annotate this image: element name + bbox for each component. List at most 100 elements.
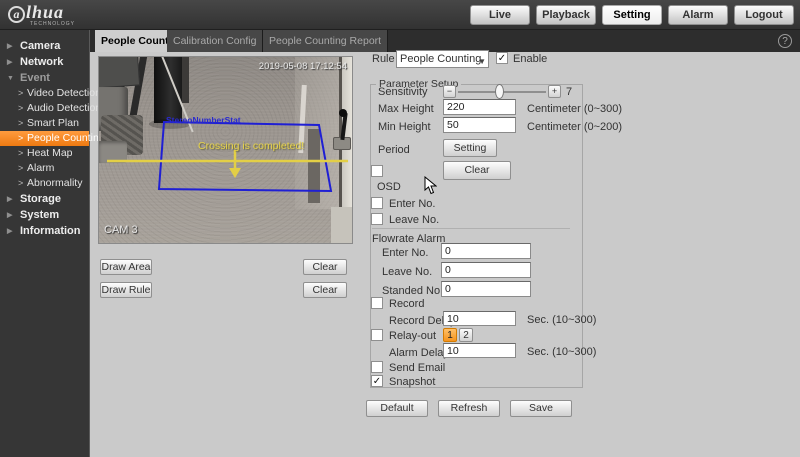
record-label: Record (389, 298, 425, 310)
sidebar-item-label: Event (20, 72, 50, 84)
chevron-right-icon: > (18, 103, 24, 113)
sidebar-item-label: Storage (20, 193, 61, 205)
flow-standed-input[interactable] (441, 281, 531, 297)
max-height-input[interactable] (443, 99, 516, 115)
clear-area-button[interactable]: Clear (303, 259, 347, 275)
min-height-input[interactable] (443, 117, 516, 133)
snapshot-checkbox[interactable]: ✓ (371, 375, 383, 387)
sidebar-item-smart-plan[interactable]: > Smart Plan (0, 116, 89, 131)
live-button[interactable]: Live (470, 5, 530, 25)
send-email-label: Send Email (389, 362, 446, 374)
video-timestamp: 2019-05-08 17:12:54 (258, 61, 347, 72)
sidebar-item-label: Abnormality (27, 177, 83, 189)
help-icon[interactable]: ? (778, 34, 792, 48)
clear-rule-button[interactable]: Clear (303, 282, 347, 298)
sidebar-item-label: Smart Plan (27, 117, 79, 129)
flow-enter-input[interactable] (441, 243, 531, 259)
record-delay-input[interactable] (443, 311, 516, 326)
record-delay-unit: Sec. (10~300) (527, 314, 597, 326)
sidebar-item-label: Audio Detection (27, 102, 102, 114)
osd-checkbox[interactable] (371, 165, 383, 177)
section-divider (372, 228, 570, 229)
chevron-right-icon: ▶ (7, 43, 13, 50)
max-height-label: Max Height (378, 103, 434, 115)
draw-area-button[interactable]: Draw Area (100, 259, 152, 275)
rule-select-value: People Counting (400, 53, 482, 65)
relay-out-checkbox[interactable] (371, 329, 383, 341)
relay-channel-1-button[interactable]: 1 (443, 328, 457, 342)
topbar: a lhua TECHNOLOGY Live Playback Setting … (0, 0, 800, 30)
tab-strip: People Counting Calibration Config Peopl… (90, 30, 800, 52)
chevron-down-icon: ▼ (478, 57, 486, 66)
check-icon: ✓ (372, 376, 382, 387)
sidebar-item-camera[interactable]: ▶ Camera (0, 38, 89, 54)
relay-out-label: Relay-out (389, 330, 437, 342)
video-preview[interactable]: 2019-05-08 17:12:54 StereoNumberStat Cro… (98, 56, 353, 244)
chevron-right-icon: > (18, 118, 24, 128)
send-email-checkbox[interactable] (371, 361, 383, 373)
sidebar-item-label: Network (20, 56, 64, 68)
period-setting-button[interactable]: Setting (443, 139, 497, 157)
crossing-message: Crossing is completed! (198, 140, 305, 152)
chevron-right-icon: ▶ (7, 228, 13, 235)
refresh-button[interactable]: Refresh (438, 400, 500, 417)
logout-button[interactable]: Logout (734, 5, 794, 25)
sidebar-item-people-counting[interactable]: > People Counting (0, 131, 105, 146)
dahua-logo: a lhua (8, 2, 64, 23)
sidebar-item-system[interactable]: ▶ System (0, 207, 89, 223)
osd-leave-checkbox[interactable] (371, 213, 383, 225)
sidebar-item-label: Heat Map (27, 147, 73, 159)
logo-subtext: TECHNOLOGY (30, 21, 76, 27)
max-height-unit: Centimeter (0~300) (527, 103, 623, 115)
alarm-button[interactable]: Alarm (668, 5, 728, 25)
chevron-right-icon: > (18, 178, 24, 188)
sidebar-item-heat-map[interactable]: > Heat Map (0, 146, 89, 161)
min-height-label: Min Height (378, 121, 431, 133)
sidebar-item-video-detection[interactable]: > Video Detection (0, 86, 101, 101)
osd-enter-checkbox[interactable] (371, 197, 383, 209)
tab-calibration-config[interactable]: Calibration Config (167, 30, 264, 52)
osd-clear-button[interactable]: Clear (443, 161, 511, 180)
flow-leave-input[interactable] (441, 262, 531, 278)
relay-channel-2-button[interactable]: 2 (459, 328, 473, 342)
sidebar-item-information[interactable]: ▶ Information (0, 223, 89, 239)
rule-label: Rule (372, 53, 395, 65)
min-height-unit: Centimeter (0~200) (527, 121, 623, 133)
sensitivity-minus-icon[interactable]: − (443, 85, 456, 98)
chevron-right-icon: > (18, 148, 24, 158)
alarm-delay-input[interactable] (443, 343, 516, 358)
draw-rule-button[interactable]: Draw Rule (100, 282, 152, 298)
sidebar-item-network[interactable]: ▶ Network (0, 54, 89, 70)
camera-label: CAM 3 (104, 224, 138, 236)
logo-ring-icon: a (8, 6, 25, 23)
sidebar-item-abnormality[interactable]: > Abnormality (0, 176, 89, 191)
default-button[interactable]: Default (366, 400, 428, 417)
enable-checkbox[interactable]: ✓ (496, 52, 508, 64)
flow-leave-label: Leave No. (382, 266, 433, 278)
check-icon: ✓ (497, 53, 507, 64)
alarm-delay-unit: Sec. (10~300) (527, 346, 597, 358)
sidebar-item-audio-detection[interactable]: > Audio Detection (0, 101, 101, 116)
flow-standed-label: Standed No. (382, 285, 444, 297)
record-checkbox[interactable] (371, 297, 383, 309)
tab-people-counting-report[interactable]: People Counting Report (263, 30, 389, 52)
save-button[interactable]: Save (510, 400, 572, 417)
mouse-cursor-icon (424, 176, 437, 195)
chevron-down-icon: ▼ (7, 75, 14, 82)
chevron-right-icon: > (18, 88, 24, 98)
sidebar-item-alarm[interactable]: > Alarm (0, 161, 89, 176)
sidebar-item-label: Video Detection (27, 87, 101, 99)
osd-leave-label: Leave No. (389, 214, 440, 226)
flow-enter-label: Enter No. (382, 247, 429, 259)
rule-select[interactable]: People Counting ▼ (396, 50, 489, 68)
sidebar-item-event[interactable]: ▼ Event (0, 70, 89, 86)
setting-button[interactable]: Setting (602, 5, 662, 25)
sidebar-item-label: Alarm (27, 162, 55, 174)
sensitivity-thumb[interactable] (495, 84, 504, 99)
sidebar-item-label: Information (20, 225, 81, 237)
playback-button[interactable]: Playback (536, 5, 596, 25)
enable-label: Enable (513, 53, 548, 65)
sensitivity-plus-icon[interactable]: + (548, 85, 561, 98)
sidebar-item-storage[interactable]: ▶ Storage (0, 191, 89, 207)
chevron-right-icon: > (18, 163, 24, 173)
